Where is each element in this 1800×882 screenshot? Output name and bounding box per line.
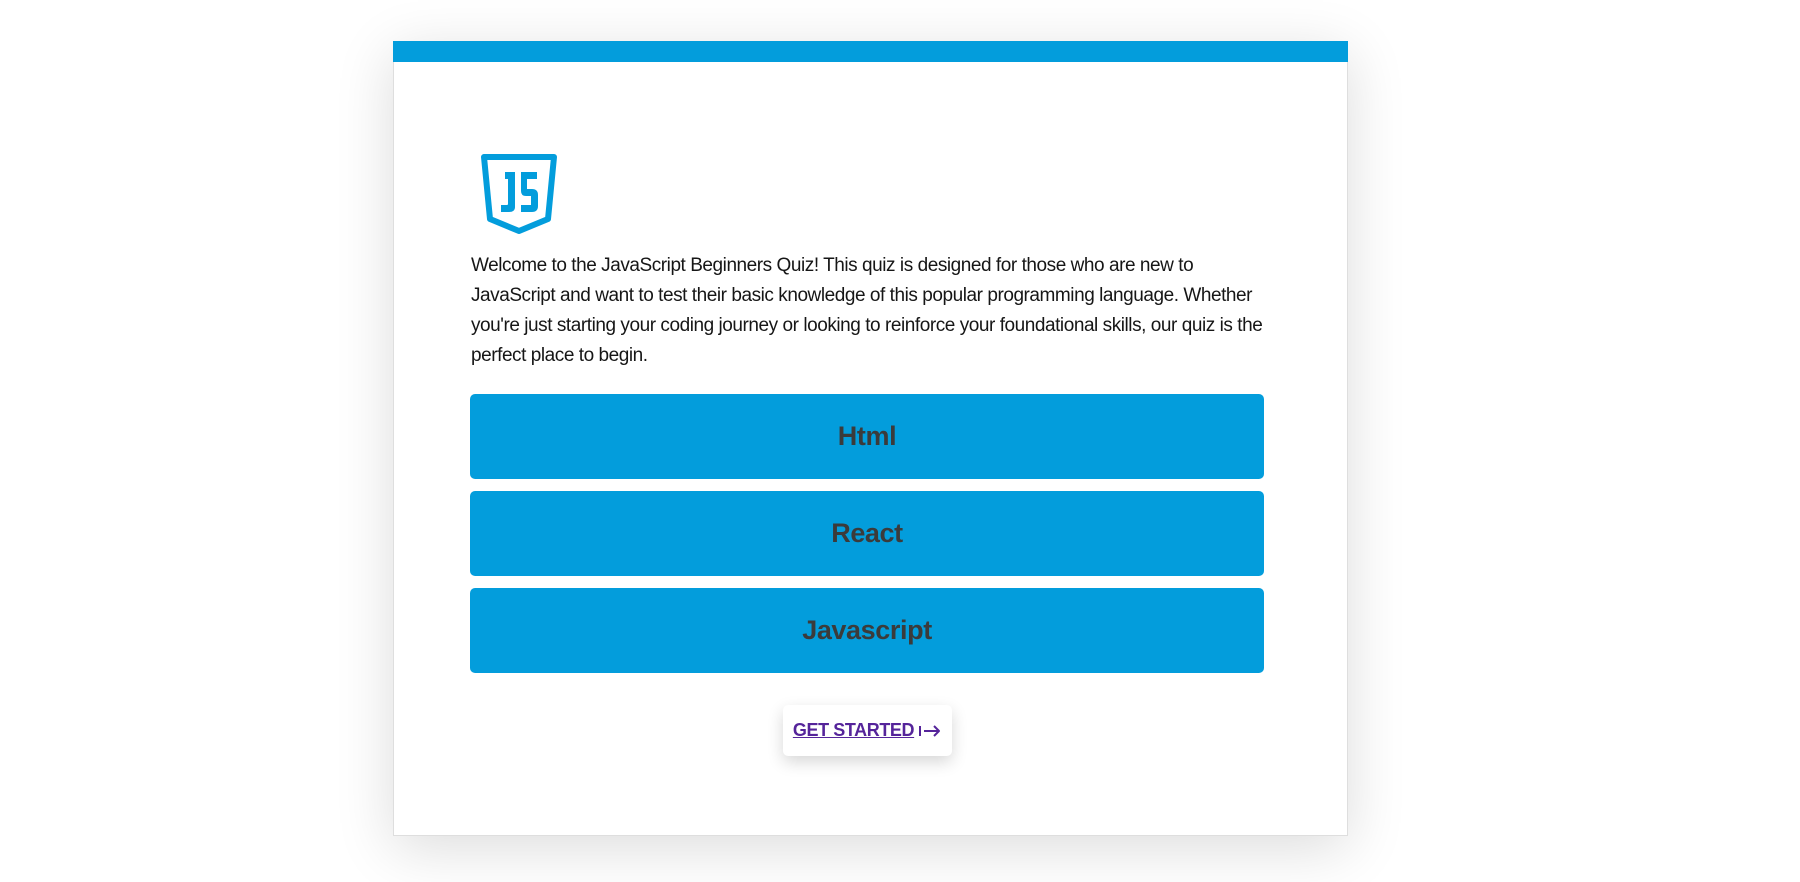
option-html-button[interactable]: Html (470, 394, 1264, 479)
option-javascript-button[interactable]: Javascript (470, 588, 1264, 673)
get-started-button[interactable]: GET STARTED (783, 705, 952, 756)
page-background: Welcome to the JavaScript Beginners Quiz… (0, 0, 1800, 882)
arrow-right-to-bar-icon (919, 724, 941, 737)
accent-top-bar (393, 41, 1348, 62)
quiz-card: Welcome to the JavaScript Beginners Quiz… (393, 41, 1348, 836)
javascript-logo-icon (481, 154, 557, 234)
option-react-button[interactable]: React (470, 491, 1264, 576)
get-started-label: GET STARTED (792, 720, 915, 740)
quiz-topic-options: Html React Javascript (470, 394, 1264, 685)
intro-text: Welcome to the JavaScript Beginners Quiz… (471, 255, 1263, 366)
